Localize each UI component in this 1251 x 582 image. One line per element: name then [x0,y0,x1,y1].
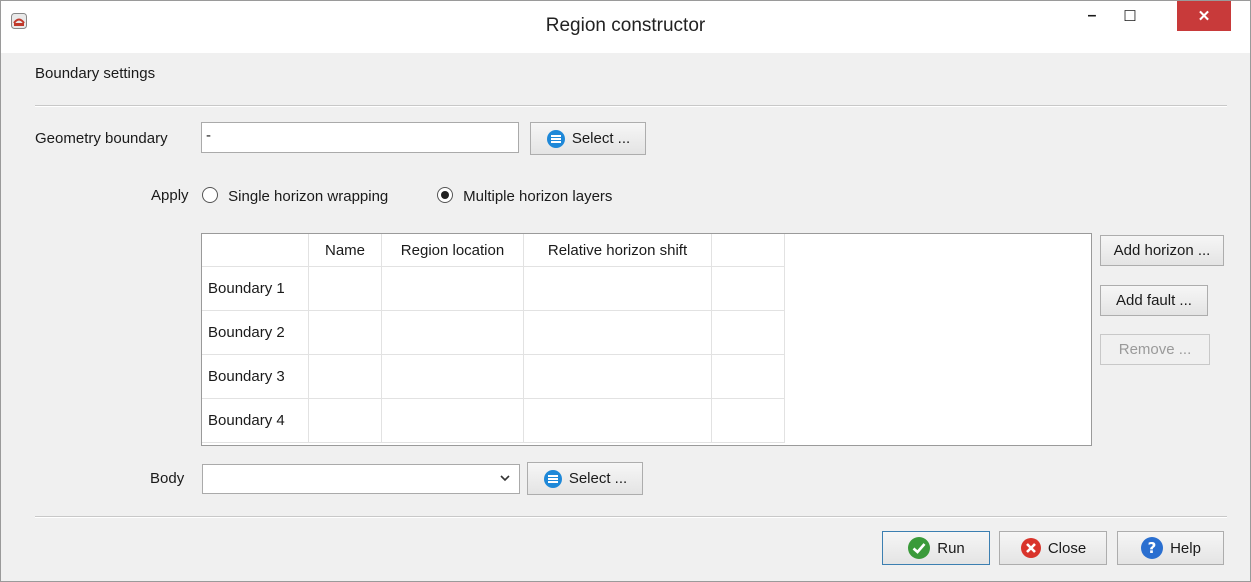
window-close-button[interactable]: ✕ [1177,1,1231,31]
row-header: Boundary 2 [202,311,309,355]
section-divider [35,105,1227,107]
geometry-select-button[interactable]: Select ... [530,122,646,155]
select-label: Select ... [568,470,628,487]
run-label: Run [937,539,965,557]
table-cell[interactable] [309,267,382,311]
help-label: Help [1170,539,1201,557]
table-cell[interactable] [524,267,712,311]
add-horizon-button[interactable]: Add horizon ... [1100,235,1224,266]
help-button[interactable]: ? Help [1117,531,1224,565]
list-icon [543,469,563,489]
radio-button[interactable] [202,187,218,203]
column-header-blank[interactable] [712,234,785,267]
table-corner [202,234,309,267]
table-cell[interactable] [712,311,785,355]
table-cell[interactable] [524,399,712,443]
section-title: Boundary settings [35,65,156,82]
window-title: Region constructor [545,15,706,36]
chevron-down-icon [499,471,511,485]
footer-divider [35,516,1227,518]
table-cell[interactable] [712,399,785,443]
svg-text:?: ? [1148,539,1157,557]
minimize-button[interactable]: – [1075,1,1109,31]
maximize-button[interactable]: ☐ [1113,1,1147,31]
column-header-name[interactable]: Name [309,234,382,267]
table-cell[interactable] [524,355,712,399]
close-icon: ✕ [1197,8,1211,25]
table-cell[interactable] [309,355,382,399]
run-button[interactable]: Run [882,531,990,565]
table-cell[interactable] [382,267,524,311]
geometry-boundary-label: Geometry boundary [35,130,168,147]
radio-button-selected[interactable] [437,187,453,203]
apply-label: Apply [151,187,189,204]
add-fault-button[interactable]: Add fault ... [1100,285,1208,316]
check-icon [907,536,931,560]
minimize-icon: – [1087,7,1097,24]
table-cell[interactable] [309,311,382,355]
boundary-table[interactable]: Name Region location Relative horizon sh… [201,233,1092,446]
title-bar: Region constructor – ☐ ✕ [1,1,1250,53]
table-cell[interactable] [382,355,524,399]
row-header: Boundary 4 [202,399,309,443]
table-cell[interactable] [382,311,524,355]
radio-label: Single horizon wrapping [228,188,389,205]
radio-multiple-horizon[interactable]: Multiple horizon layers [437,187,612,205]
table-cell[interactable] [712,267,785,311]
column-header-region-location[interactable]: Region location [382,234,524,267]
help-icon: ? [1140,536,1164,560]
body-dropdown[interactable] [202,464,520,494]
select-label: Select ... [571,130,631,147]
close-label: Close [1047,539,1087,557]
body-label: Body [150,470,185,487]
table-cell[interactable] [524,311,712,355]
maximize-icon: ☐ [1123,8,1137,25]
geometry-boundary-field[interactable]: - [201,122,519,153]
column-header-relative-horizon-shift[interactable]: Relative horizon shift [524,234,712,267]
region-constructor-window: Region constructor – ☐ ✕ Boundary settin… [0,0,1251,582]
radio-label: Multiple horizon layers [463,188,613,205]
table-cell[interactable] [309,399,382,443]
row-header: Boundary 1 [202,267,309,311]
radio-single-horizon[interactable]: Single horizon wrapping [202,187,388,205]
table-cell[interactable] [382,399,524,443]
row-header: Boundary 3 [202,355,309,399]
body-select-button[interactable]: Select ... [527,462,643,495]
close-button[interactable]: Close [999,531,1107,565]
remove-button[interactable]: Remove ... [1100,334,1210,365]
close-circle-icon [1020,537,1042,559]
table-cell[interactable] [712,355,785,399]
list-icon [546,129,566,149]
